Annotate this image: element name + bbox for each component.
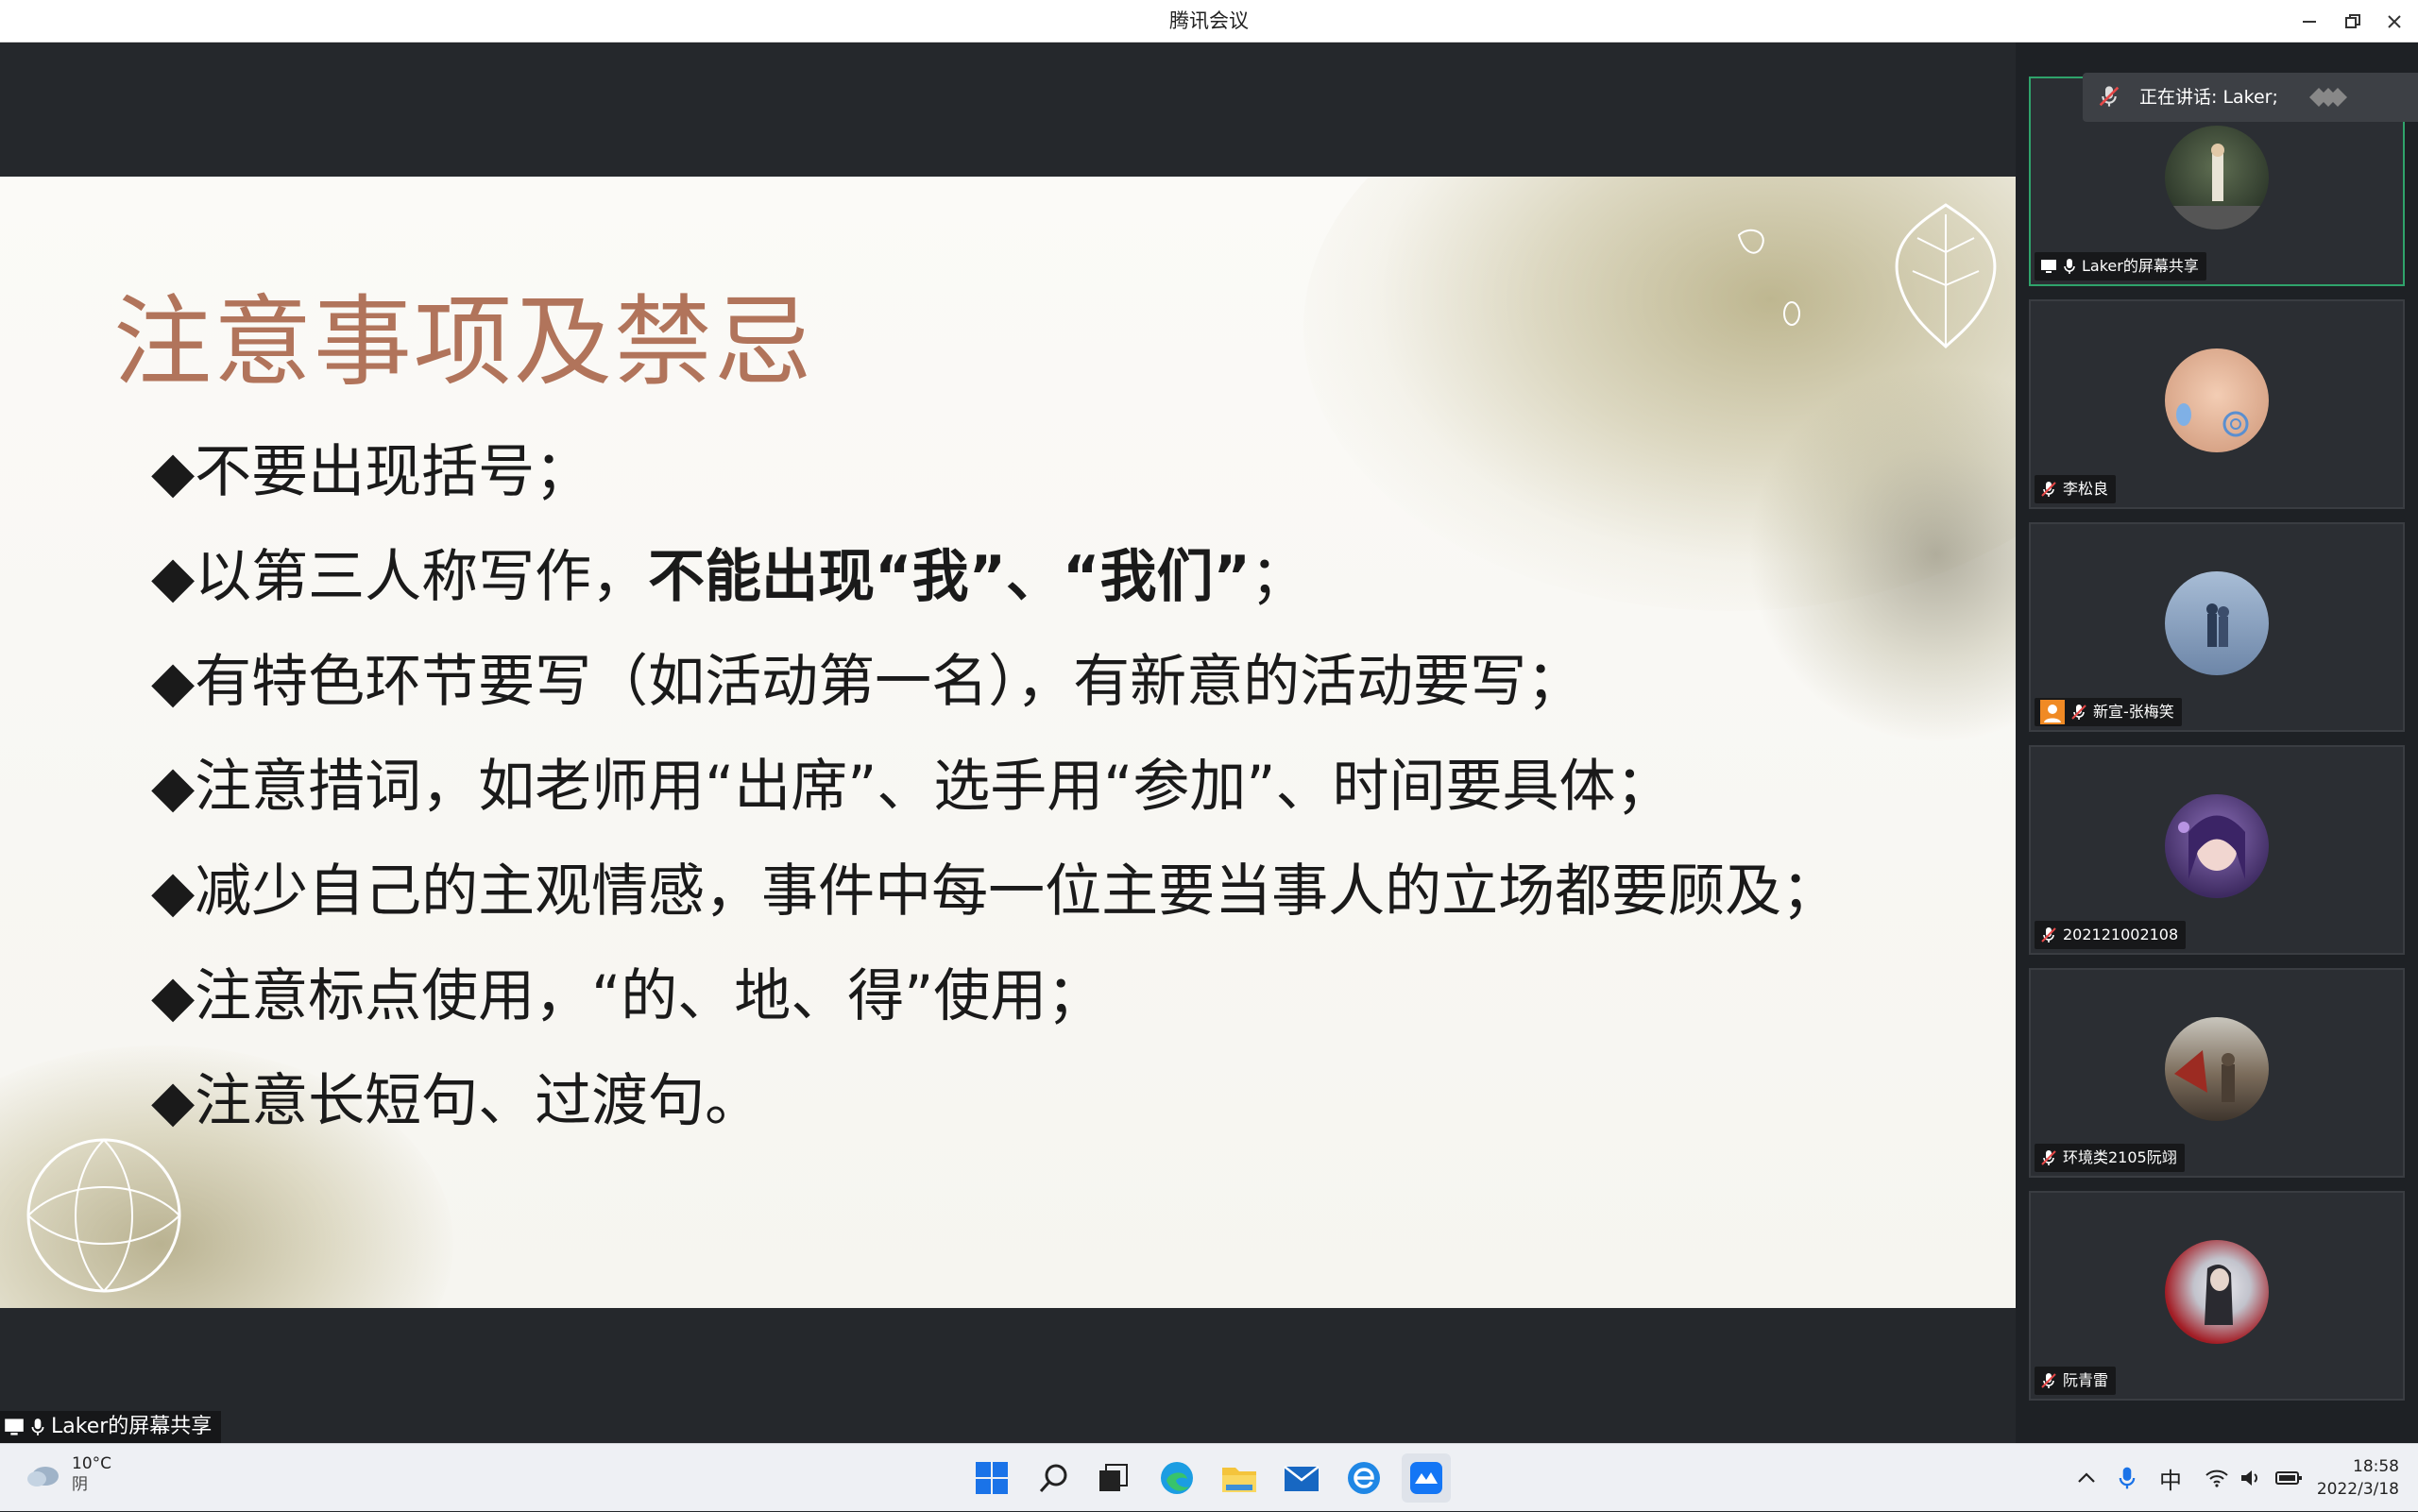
presentation-slide: 注意事项及禁忌 ◆不要出现括号； ◆以第三人称写作，不能出现“我”、“我们”； … xyxy=(0,177,2016,1308)
slide-bullet: ◆注意长短句、过渡句。 xyxy=(151,1068,762,1134)
slide-bullet: ◆以第三人称写作，不能出现“我”、“我们”； xyxy=(151,544,1307,610)
avatar xyxy=(2165,571,2269,675)
clock-date: 2022/3/18 xyxy=(2316,1480,2399,1499)
microphone-icon xyxy=(2064,259,2075,274)
petal-decoration xyxy=(1737,229,1764,254)
microphone-muted-icon xyxy=(2099,86,2120,107)
search-icon xyxy=(1039,1464,1067,1493)
search-button[interactable] xyxy=(1030,1453,1079,1503)
weather-temperature: 10°C xyxy=(72,1454,112,1473)
microphone-muted-icon xyxy=(2041,482,2056,497)
participant-tile[interactable]: 新宣-张梅笑 xyxy=(2029,522,2405,732)
restore-icon xyxy=(2345,13,2360,28)
slide-bullet: ◆有特色环节要写（如活动第一名），有新意的活动要写； xyxy=(151,649,1584,715)
mail-icon xyxy=(1284,1466,1320,1491)
window-title: 腾讯会议 xyxy=(1169,9,1249,32)
battery-icon[interactable] xyxy=(2274,1468,2303,1488)
bold-emphasis: 不能出现“我”、“我们” xyxy=(648,544,1251,610)
chevron-up-icon[interactable] xyxy=(2074,1466,2099,1490)
close-button[interactable] xyxy=(2369,0,2418,42)
task-view-icon xyxy=(1099,1464,1128,1491)
participant-name: 202121002108 xyxy=(2063,926,2179,943)
slide-bullet: ◆不要出现括号； xyxy=(151,439,592,505)
participant-gallery[interactable]: Laker的屏幕共享 李松良 新宣-张梅笑 202121002108 环境类21… xyxy=(2016,42,2418,1443)
folder-icon xyxy=(1222,1468,1256,1492)
edge-browser-button[interactable] xyxy=(1152,1453,1201,1503)
wifi-icon[interactable] xyxy=(2205,1468,2229,1488)
participant-name: Laker的屏幕共享 xyxy=(2082,257,2199,275)
participant-label: 阮青雷 xyxy=(2035,1367,2117,1395)
slide-bullet: ◆减少自己的主观情感，事件中每一位主要当事人的立场都要顾及； xyxy=(151,858,1839,925)
weather-condition: 阴 xyxy=(72,1475,88,1494)
participant-tile[interactable]: 202121002108 xyxy=(2029,745,2405,955)
start-button[interactable] xyxy=(967,1453,1016,1503)
microphone-muted-icon xyxy=(2041,927,2056,943)
participant-name: 李松良 xyxy=(2063,480,2109,498)
participant-name: 环境类2105阮翊 xyxy=(2063,1148,2177,1166)
clock-time: 18:58 xyxy=(2353,1457,2399,1476)
microphone-icon xyxy=(31,1419,44,1436)
user-icon xyxy=(2040,700,2065,724)
slide-title: 注意事项及禁忌 xyxy=(113,284,815,399)
speaker-icon[interactable] xyxy=(2239,1468,2261,1488)
weather-widget[interactable]: 10°C 阴 xyxy=(25,1453,111,1495)
avatar xyxy=(2165,348,2269,452)
minimize-icon xyxy=(2303,20,2316,23)
taskbar-clock[interactable]: 18:58 2022/3/18 xyxy=(2317,1455,2399,1501)
window-titlebar: 腾讯会议 xyxy=(0,0,2418,42)
participant-name: 新宣-张梅笑 xyxy=(2093,703,2174,721)
microphone-icon[interactable] xyxy=(2118,1465,2137,1491)
avatar xyxy=(2165,794,2269,898)
shared-screen-stage: 注意事项及禁忌 ◆不要出现括号； ◆以第三人称写作，不能出现“我”、“我们”； … xyxy=(0,42,2016,1443)
participant-label: 新宣-张梅笑 xyxy=(2035,698,2182,726)
system-tray: 中 xyxy=(2074,1444,2303,1512)
participant-label: 环境类2105阮翊 xyxy=(2035,1144,2185,1172)
file-explorer-button[interactable] xyxy=(1215,1453,1264,1503)
participant-label: Laker的屏幕共享 xyxy=(2035,252,2206,280)
input-method-indicator[interactable]: 中 xyxy=(2159,1462,2182,1495)
avatar xyxy=(2165,126,2269,229)
speaking-indicator: 正在讲话: Laker; xyxy=(2083,73,2418,122)
screen-share-icon xyxy=(5,1419,24,1436)
participant-name: 阮青雷 xyxy=(2063,1371,2109,1389)
close-icon xyxy=(2388,14,2401,28)
browser-app-button[interactable] xyxy=(1339,1453,1388,1503)
speaking-text: 正在讲话: Laker; xyxy=(2139,87,2278,108)
tencent-meeting-button[interactable] xyxy=(1402,1453,1451,1503)
leaf-decoration xyxy=(1895,203,1997,349)
participant-tile[interactable]: 阮青雷 xyxy=(2029,1191,2405,1401)
screen-share-label: Laker的屏幕共享 xyxy=(0,1411,222,1443)
task-view-button[interactable] xyxy=(1088,1453,1137,1503)
participant-label: 李松良 xyxy=(2035,475,2117,503)
avatar xyxy=(2165,1240,2269,1344)
microphone-muted-icon xyxy=(2071,705,2086,720)
microphone-muted-icon xyxy=(2041,1373,2056,1388)
screen-share-text: Laker的屏幕共享 xyxy=(51,1415,213,1438)
edge-icon xyxy=(1161,1462,1193,1494)
slide-bullet: ◆注意措词，如老师用“出席”、选手用“参加”、时间要具体； xyxy=(151,754,1673,820)
tencent-meeting-icon xyxy=(1410,1462,1442,1494)
e-browser-icon xyxy=(1348,1462,1380,1494)
diamond-pattern-icon xyxy=(2309,88,2347,107)
petal-decoration xyxy=(1783,301,1800,326)
cloud-icon xyxy=(27,1467,59,1487)
microphone-muted-icon xyxy=(2041,1150,2056,1165)
slide-bullet-list: ◆不要出现括号； ◆以第三人称写作，不能出现“我”、“我们”； ◆有特色环节要写… xyxy=(151,420,1838,1154)
taskbar: 10°C 阴 中 18:58 2022/3/18 xyxy=(0,1443,2418,1511)
slide-bullet: ◆注意标点使用，“的、地、得”使用； xyxy=(151,963,1104,1029)
participant-label: 202121002108 xyxy=(2035,921,2187,949)
mail-button[interactable] xyxy=(1277,1453,1326,1503)
participant-tile[interactable]: 环境类2105阮翊 xyxy=(2029,968,2405,1178)
participant-tile[interactable]: 李松良 xyxy=(2029,299,2405,509)
avatar xyxy=(2165,1017,2269,1121)
windows-start-icon xyxy=(976,1462,1008,1494)
screen-share-icon xyxy=(2041,260,2056,273)
